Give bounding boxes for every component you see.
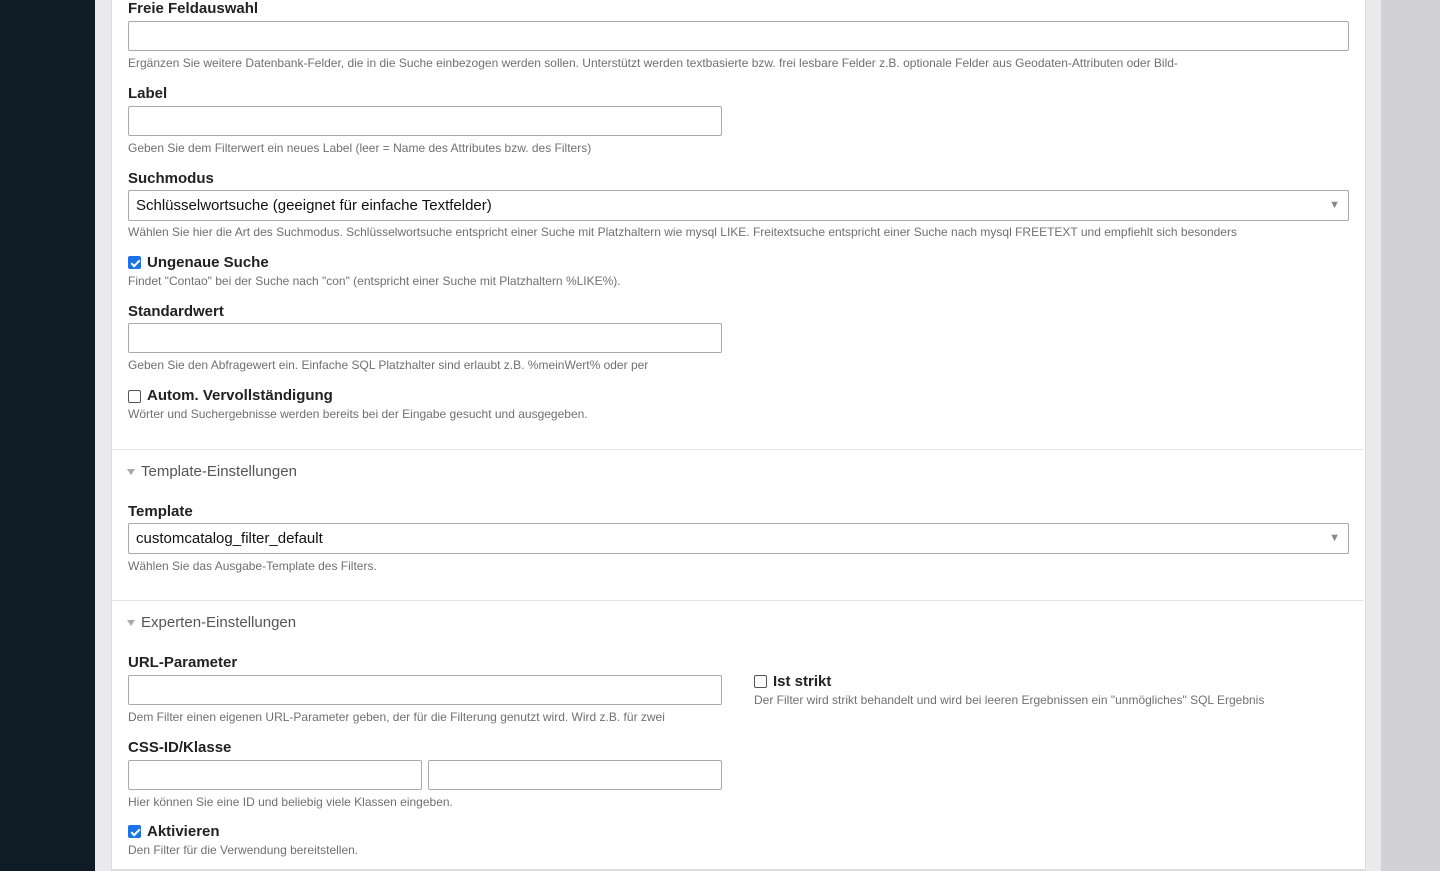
ist-strikt-help: Der Filter wird strikt behandelt und wir… (754, 693, 1265, 707)
triangle-down-icon[interactable] (127, 469, 135, 475)
section-divider (112, 449, 1364, 450)
url-parameter-label: URL-Parameter (128, 654, 238, 671)
ungenaue-suche-checkbox[interactable] (128, 256, 141, 269)
suchmodus-select[interactable]: Schlüsselwortsuche (geeignet für einfach… (128, 190, 1349, 221)
css-class-input[interactable] (428, 760, 722, 790)
standardwert-help: Geben Sie den Abfragewert ein. Einfache … (128, 358, 649, 372)
freie-feldauswahl-help: Ergänzen Sie weitere Datenbank-Felder, d… (128, 56, 1178, 70)
standardwert-label: Standardwert (128, 303, 224, 320)
standardwert-input[interactable] (128, 323, 722, 353)
ungenaue-suche-label[interactable]: Ungenaue Suche (147, 254, 269, 271)
template-select[interactable]: customcatalog_filter_default ▼ (128, 523, 1349, 554)
css-id-class-help: Hier können Sie eine ID und beliebig vie… (128, 795, 453, 809)
aktivieren-help: Den Filter für die Verwendung bereitstel… (128, 843, 359, 857)
ist-strikt-checkbox[interactable] (754, 675, 767, 688)
css-id-class-label: CSS-ID/Klasse (128, 739, 232, 756)
dark-sidebar (0, 0, 95, 871)
autocomplete-help: Wörter und Suchergebnisse werden bereits… (128, 407, 588, 421)
template-selected-value: customcatalog_filter_default (136, 530, 323, 547)
autocomplete-checkbox[interactable] (128, 390, 141, 403)
css-id-input[interactable] (128, 760, 422, 790)
suchmodus-help: Wählen Sie hier die Art des Suchmodus. S… (128, 225, 1237, 239)
chevron-down-icon: ▼ (1329, 199, 1340, 211)
template-label: Template (128, 503, 193, 520)
autocomplete-label[interactable]: Autom. Vervollständigung (147, 387, 333, 404)
suchmodus-selected-value: Schlüsselwortsuche (geeignet für einfach… (136, 197, 492, 214)
aktivieren-checkbox[interactable] (128, 825, 141, 838)
chevron-down-icon: ▼ (1329, 532, 1340, 544)
url-parameter-input[interactable] (128, 675, 722, 705)
freie-feldauswahl-input[interactable] (128, 21, 1349, 51)
section-divider (112, 600, 1364, 601)
ungenaue-suche-help: Findet "Contao" bei der Suche nach "con"… (128, 274, 621, 288)
url-parameter-help: Dem Filter einen eigenen URL-Parameter g… (128, 710, 665, 724)
ist-strikt-label[interactable]: Ist strikt (773, 673, 831, 690)
expert-settings-legend[interactable]: Experten-Einstellungen (141, 614, 296, 631)
triangle-down-icon[interactable] (127, 620, 135, 626)
aktivieren-label[interactable]: Aktivieren (147, 823, 220, 840)
label-field-label: Label (128, 85, 168, 102)
label-help: Geben Sie dem Filterwert ein neues Label… (128, 141, 592, 155)
template-settings-legend[interactable]: Template-Einstellungen (141, 463, 297, 480)
label-input[interactable] (128, 106, 722, 136)
suchmodus-label: Suchmodus (128, 170, 214, 187)
freie-feldauswahl-label: Freie Feldauswahl (128, 0, 259, 17)
template-help: Wählen Sie das Ausgabe-Template des Filt… (128, 559, 377, 573)
right-gutter (1381, 0, 1440, 871)
